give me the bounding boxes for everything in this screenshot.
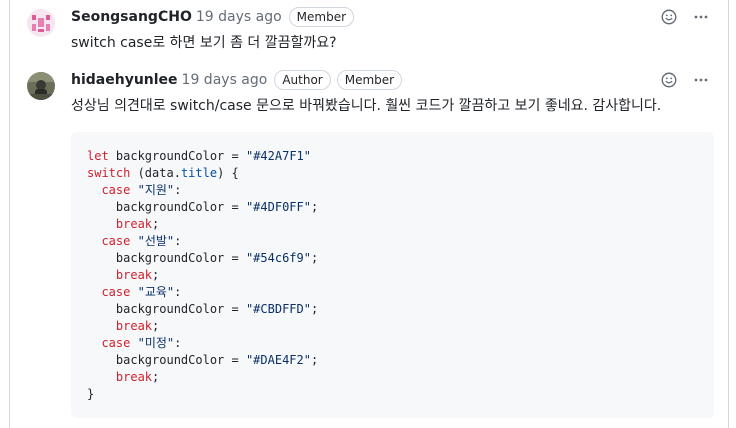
keyword: break [115,319,153,333]
code-line: case "미정": [101,336,182,350]
code-line: backgroundColor = "#DAE4F2"; [115,353,319,367]
comment-body: 성상님 의견대로 switch/case 문으로 바꿔봤습니다. 훨씬 코드가 … [71,98,662,114]
code-line: case "교육": [101,285,182,299]
keyword: switch [87,166,131,180]
string-literal: "#DAE4F2" [245,353,311,367]
keyword: case [101,183,131,197]
string-literal: "#54c6f9" [245,251,311,265]
code-line: } [87,386,698,403]
code-line: break; [115,217,160,231]
keyword: break [115,217,153,231]
string-literal: "선발" [137,234,175,248]
smiley-icon [661,9,677,25]
string-literal: "#4DF0FF" [245,200,311,214]
code-line: backgroundColor = "#54c6f9"; [115,251,319,265]
discussion-thread: SeongsangCHO 19 days ago Member switch c… [9,0,729,428]
timestamp-link[interactable]: 19 days ago [182,72,268,88]
identicon-avatar-icon [27,9,55,37]
comment-actions [660,8,710,26]
keyword: break [115,268,153,282]
code-text: } [87,387,95,401]
author-badge: Author [274,70,331,90]
avatar[interactable] [27,9,55,37]
comment-menu-button[interactable] [692,71,710,89]
code-text: backgroundColor = [115,302,246,316]
code-line: break; [115,268,160,282]
code-text: backgroundColor = [115,200,246,214]
member-badge: Member [336,70,403,90]
comment-header: hidaehyunlee 19 days ago Author Member [71,70,403,90]
property: title [180,166,218,180]
code-text: ) { [217,166,239,180]
code-text: backgroundColor = [115,353,246,367]
code-text: backgroundColor = [115,251,246,265]
keyword: case [101,285,131,299]
string-literal: "#42A7F1" [245,149,311,163]
code-line: let backgroundColor = "#42A7F1" [87,148,698,165]
add-reaction-button[interactable] [660,8,678,26]
smiley-icon [661,72,677,88]
code-line: break; [115,370,160,384]
kebab-horizontal-icon [694,78,708,82]
keyword: case [101,234,131,248]
code-line: break; [115,319,160,333]
code-line: backgroundColor = "#CBDFFD"; [115,302,319,316]
photo-avatar-icon [27,72,55,100]
comment-header: SeongsangCHO 19 days ago Member [71,7,355,27]
comment-menu-button[interactable] [692,8,710,26]
kebab-horizontal-icon [694,15,708,19]
comment-body: switch case로 하면 보기 좀 더 깔끔할까요? [71,35,337,51]
code-line: backgroundColor = "#4DF0FF"; [115,200,319,214]
code-line: case "지원": [101,183,182,197]
author-link[interactable]: SeongsangCHO [71,9,192,25]
keyword: let [87,149,109,163]
code-text: backgroundColor = [108,149,246,163]
code-text: (data. [130,166,181,180]
string-literal: "교육" [137,285,175,299]
timestamp-link[interactable]: 19 days ago [196,9,282,25]
member-badge: Member [288,7,355,27]
author-link[interactable]: hidaehyunlee [71,72,178,88]
avatar[interactable] [27,72,55,100]
comment-actions [660,71,710,89]
keyword: case [101,336,131,350]
code-content: let backgroundColor = "#42A7F1" switch (d… [87,148,698,403]
string-literal: "지원" [137,183,175,197]
code-block[interactable]: let backgroundColor = "#42A7F1" switch (d… [71,132,714,418]
add-reaction-button[interactable] [660,71,678,89]
code-line: switch (data.title) { [87,165,698,182]
code-line: case "선발": [101,234,182,248]
string-literal: "미정" [137,336,175,350]
keyword: break [115,370,153,384]
string-literal: "#CBDFFD" [245,302,311,316]
